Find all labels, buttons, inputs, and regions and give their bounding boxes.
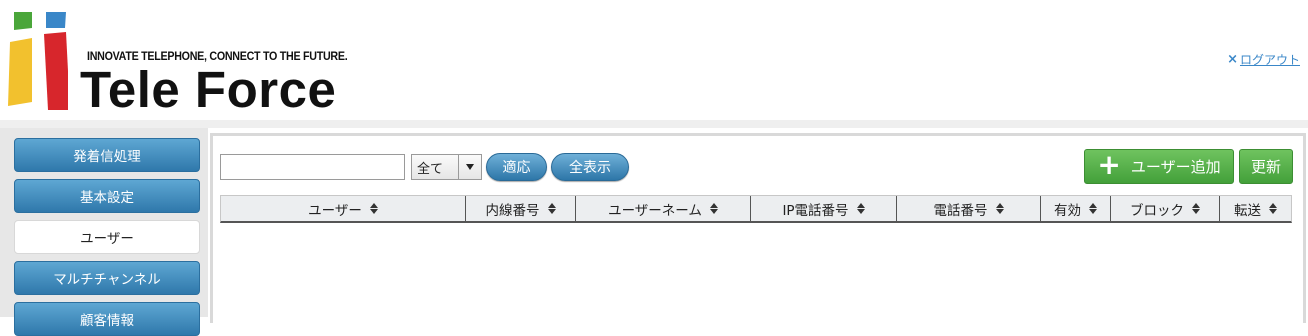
sidebar-item-multichannel[interactable]: マルチチャンネル xyxy=(14,261,200,295)
refresh-button-label: 更新 xyxy=(1250,158,1281,176)
show-all-button[interactable]: 全表示 xyxy=(551,153,629,181)
refresh-button[interactable]: 更新 xyxy=(1239,149,1293,184)
header: INNOVATE TELEPHONE, CONNECT TO THE FUTUR… xyxy=(0,0,1308,120)
sort-icon xyxy=(1269,203,1277,214)
column-header-label: ユーザー xyxy=(308,202,362,219)
logo-mark-icon xyxy=(8,12,68,110)
column-header-label: 電話番号 xyxy=(933,202,988,219)
header-divider xyxy=(0,120,1308,128)
column-header-username[interactable]: ユーザーネーム xyxy=(576,196,751,221)
apply-button[interactable]: 適応 xyxy=(486,153,547,181)
show-all-button-label: 全表示 xyxy=(569,160,611,176)
column-header-block[interactable]: ブロック xyxy=(1111,196,1220,221)
close-icon: × xyxy=(1227,52,1238,67)
logout-link[interactable]: × ログアウト xyxy=(1227,51,1300,68)
column-header-label: 内線番号 xyxy=(485,202,540,219)
sidebar-item-label: ユーザー xyxy=(80,231,134,247)
sidebar-item-call-processing[interactable]: 発着信処理 xyxy=(14,138,200,172)
sort-icon xyxy=(369,203,378,214)
sidebar-item-label: マルチチャンネル xyxy=(53,272,161,288)
column-header-label: 転送 xyxy=(1234,202,1261,219)
add-user-button-label: ユーザー追加 xyxy=(1130,158,1221,176)
column-header-label: ユーザーネーム xyxy=(608,202,702,219)
sidebar-item-users[interactable]: ユーザー xyxy=(14,220,200,254)
sort-icon xyxy=(995,203,1004,214)
column-header-forward[interactable]: 転送 xyxy=(1220,196,1291,221)
column-header-enabled[interactable]: 有効 xyxy=(1041,196,1111,221)
add-user-button[interactable]: + ユーザー追加 xyxy=(1084,149,1234,184)
column-header-label: ブロック xyxy=(1130,202,1184,219)
sidebar-item-label: 基本設定 xyxy=(80,190,134,206)
column-header-label: IP電話番号 xyxy=(782,202,849,219)
column-header-label: 有効 xyxy=(1054,202,1081,219)
sort-icon xyxy=(856,203,865,214)
sort-icon xyxy=(547,203,556,214)
search-input[interactable] xyxy=(220,154,405,180)
filter-select-value: 全て xyxy=(417,161,444,177)
users-table-header: ユーザー 内線番号 ユーザーネーム IP電話番号 電話番号 有効 ブロック 転送 xyxy=(220,195,1292,223)
sidebar-item-basic-settings[interactable]: 基本設定 xyxy=(14,179,200,213)
column-header-phone[interactable]: 電話番号 xyxy=(897,196,1041,221)
sort-icon xyxy=(709,203,718,214)
tele-force-logo[interactable]: INNOVATE TELEPHONE, CONNECT TO THE FUTUR… xyxy=(8,10,348,118)
column-header-extension[interactable]: 内線番号 xyxy=(466,196,576,221)
sidebar-item-customer-info[interactable]: 顧客情報 xyxy=(14,302,200,336)
plus-icon: + xyxy=(1097,148,1121,181)
apply-button-label: 適応 xyxy=(502,160,531,176)
sidebar-item-label: 発着信処理 xyxy=(73,149,141,165)
logout-label[interactable]: ログアウト xyxy=(1240,51,1300,68)
chevron-down-icon[interactable] xyxy=(458,155,481,179)
sidebar-item-label: 顧客情報 xyxy=(80,313,134,329)
sort-icon xyxy=(1192,203,1200,214)
column-header-user[interactable]: ユーザー xyxy=(221,196,466,221)
column-header-ip-phone[interactable]: IP電話番号 xyxy=(751,196,897,221)
sort-icon xyxy=(1089,203,1097,214)
brand-name: Tele Force xyxy=(80,61,337,118)
filter-select[interactable]: 全て xyxy=(411,154,482,180)
